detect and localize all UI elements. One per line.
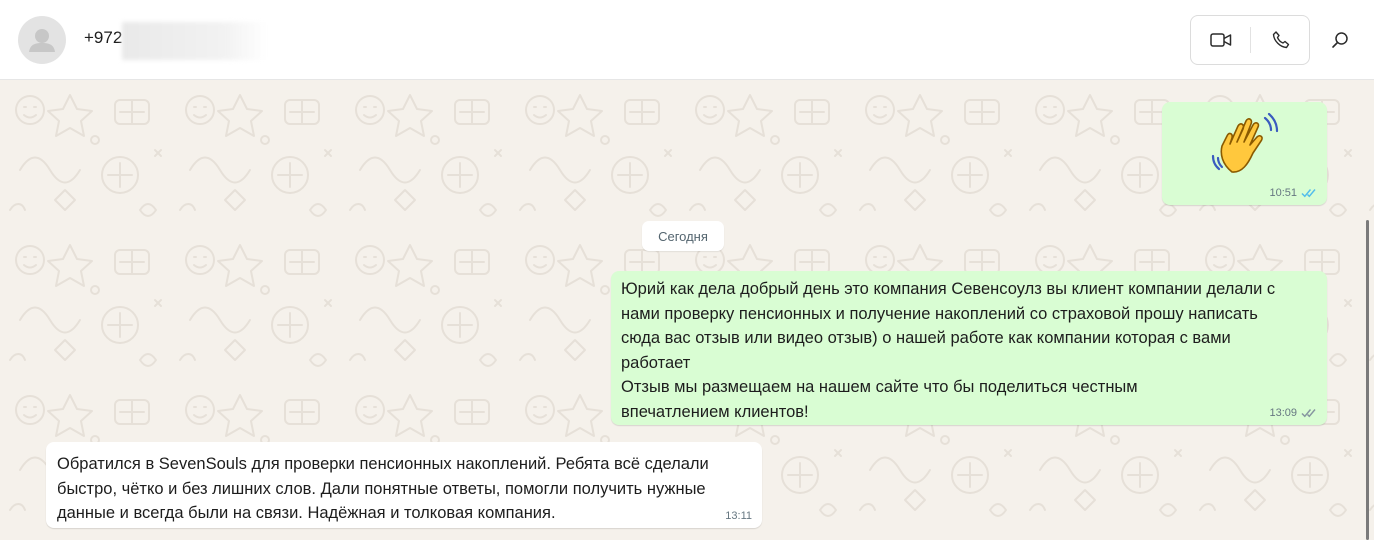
delivered-double-check-icon: [1301, 409, 1316, 418]
message-bubble-outgoing[interactable]: 10:51: [1162, 102, 1327, 205]
message-meta: 13:11: [725, 510, 752, 522]
video-call-icon: [1209, 33, 1231, 47]
search-button[interactable]: [1326, 26, 1354, 54]
search-icon: [1332, 32, 1348, 48]
message-line: данные и всегда были на связи. Надёжная …: [57, 504, 556, 522]
voice-call-button[interactable]: [1251, 16, 1310, 64]
chat-area[interactable]: 10:51 Сегодня Юрий как дела добрый день …: [0, 80, 1374, 540]
message-text: Юрий как дела добрый день это компания С…: [621, 277, 1311, 424]
message-line: Юрий как дела добрый день это компания С…: [621, 280, 1276, 298]
message-line: работает: [621, 353, 691, 372]
message-line: Обратился в SevenSouls для проверки пенс…: [57, 455, 709, 473]
video-call-button[interactable]: [1191, 16, 1250, 64]
message-bubble-incoming[interactable]: Обратился в SevenSouls для проверки пенс…: [46, 442, 762, 528]
message-line: быстро, чётко и без лишних слов. Дали по…: [57, 479, 706, 498]
contact-avatar[interactable]: [18, 16, 66, 64]
message-meta: 10:51: [1269, 187, 1317, 199]
message-time: 13:11: [725, 510, 752, 522]
chat-scrollbar[interactable]: [1366, 220, 1369, 540]
message-meta: 13:09: [1269, 407, 1317, 419]
date-separator: Сегодня: [642, 221, 724, 251]
date-separator-label: Сегодня: [658, 228, 708, 244]
contact-name[interactable]: +972: [84, 28, 122, 48]
chat-header: +972: [0, 0, 1374, 80]
waving-hand-emoji: [1210, 112, 1280, 186]
message-bubble-outgoing[interactable]: Юрий как дела добрый день это компания С…: [611, 271, 1327, 425]
message-time: 10:51: [1269, 187, 1297, 199]
call-buttons-group: [1190, 15, 1310, 65]
person-icon: [29, 29, 55, 52]
message-line: впечатлением клиентов!: [621, 402, 809, 421]
redacted-name-blur: [122, 22, 268, 60]
read-double-check-icon: [1301, 189, 1316, 198]
message-line: Отзыв мы размещаем на нашем сайте что бы…: [621, 378, 1138, 396]
voice-call-icon: [1272, 31, 1289, 49]
message-time: 13:09: [1269, 407, 1297, 419]
message-line: сюда вас отзыв или видео отзыв) о нашей …: [621, 329, 1231, 347]
message-line: нами проверку пенсионных и получение нак…: [621, 304, 1258, 323]
message-text: Обратился в SevenSouls для проверки пенс…: [57, 452, 747, 526]
